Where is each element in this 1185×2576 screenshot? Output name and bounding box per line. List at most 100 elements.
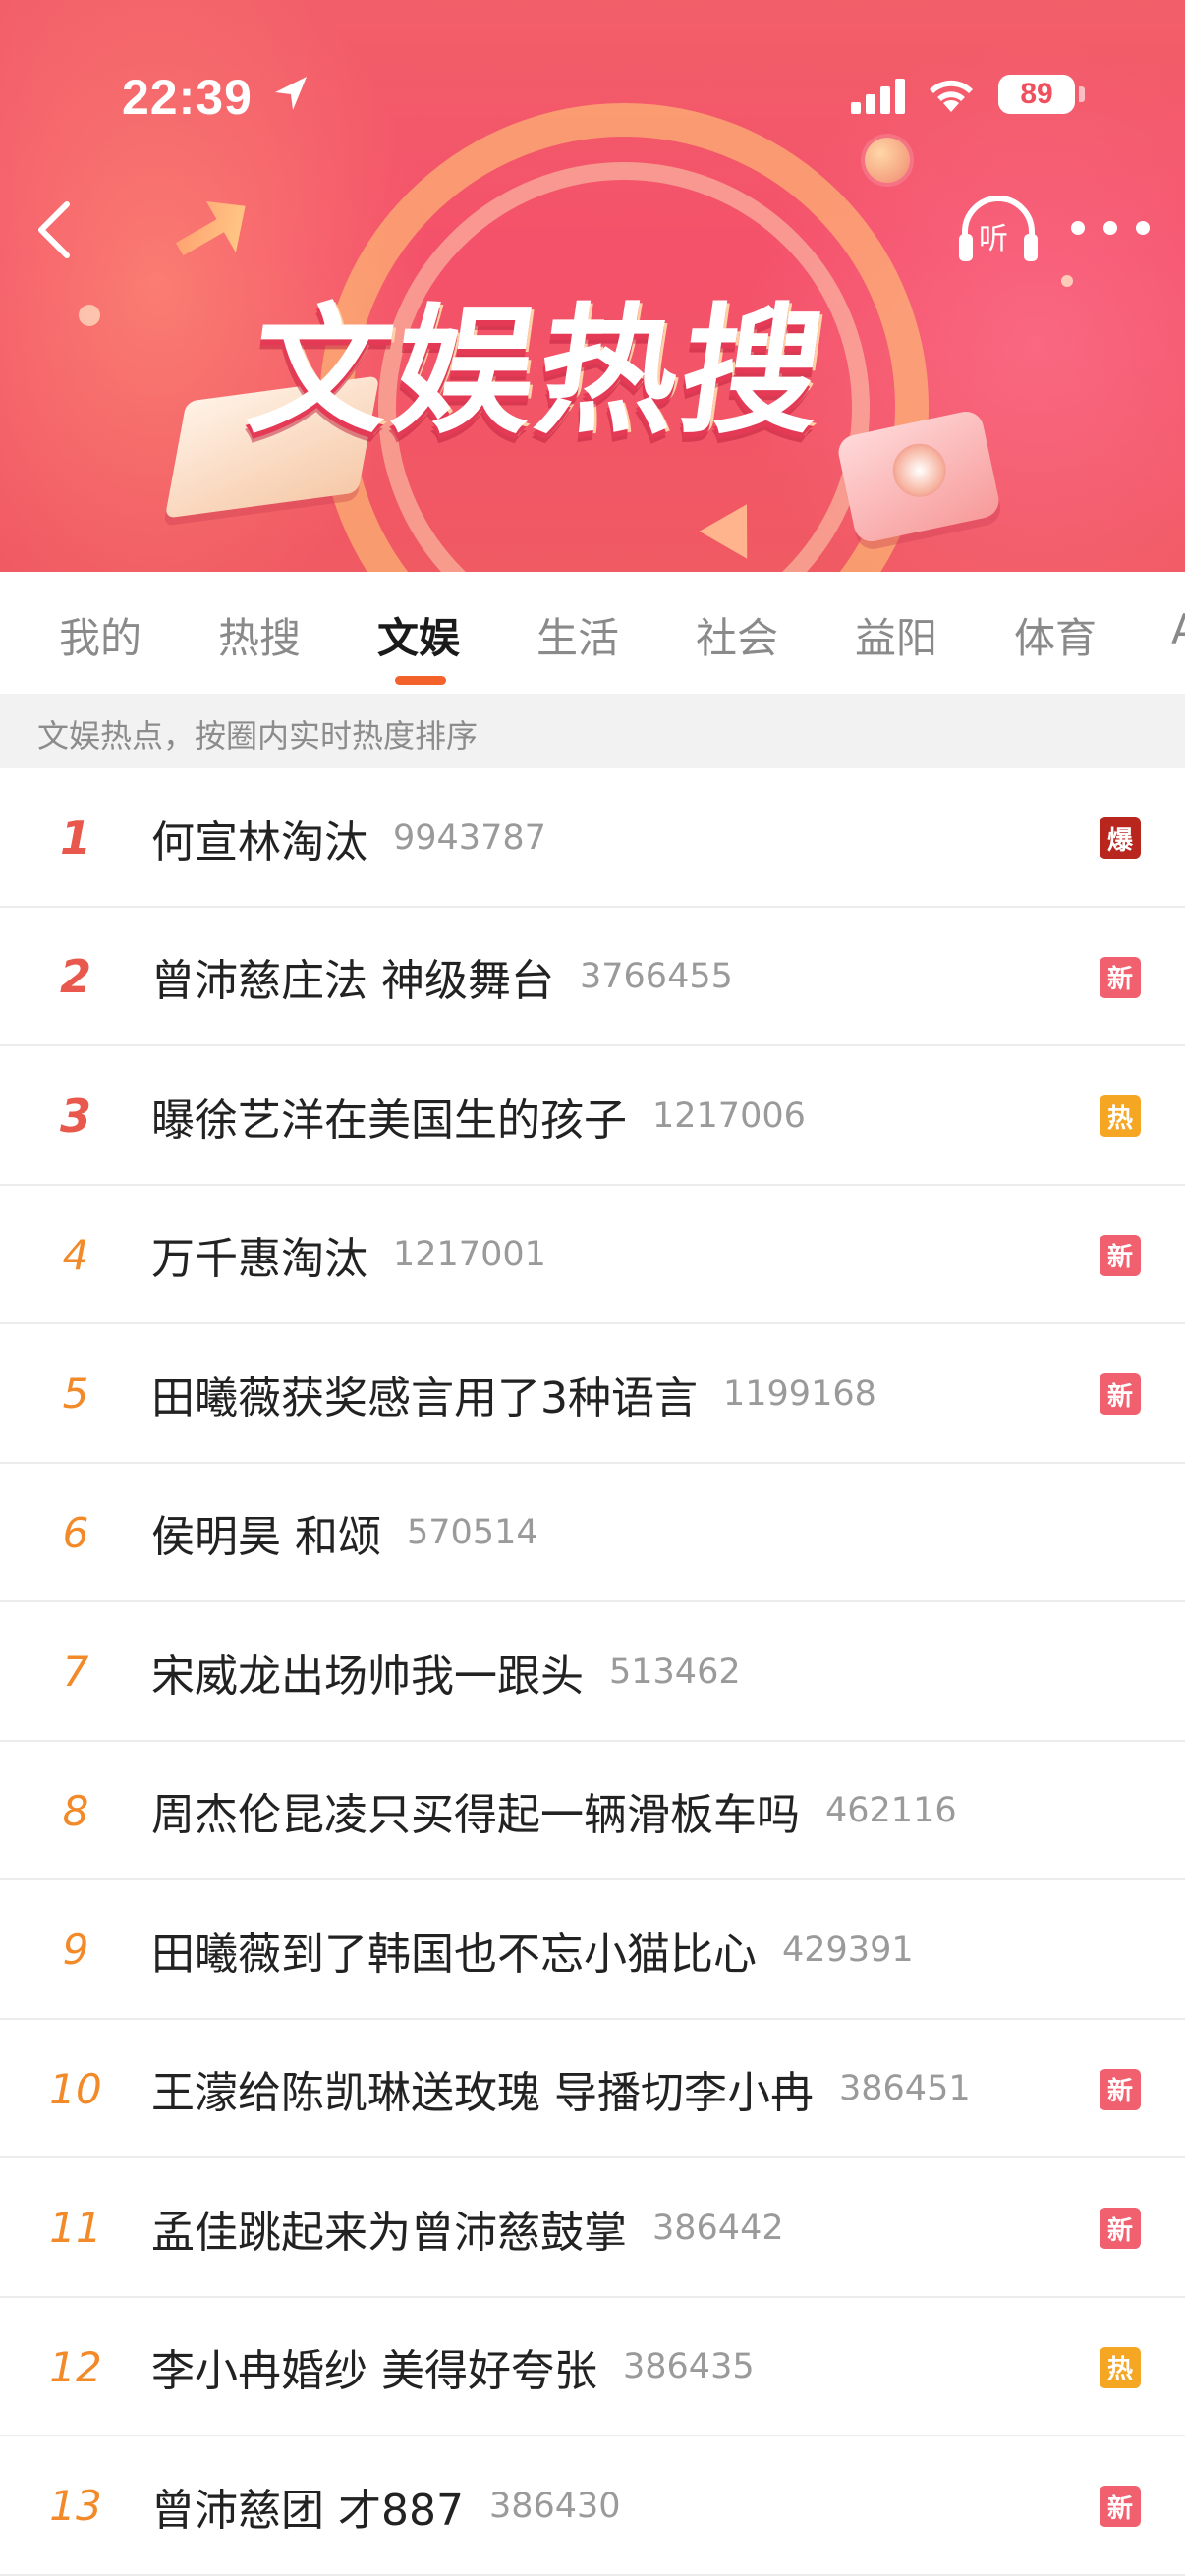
status-badge: 新	[1100, 2068, 1141, 2110]
page-title: 文娱热搜	[240, 291, 837, 453]
list-item[interactable]: 2 曾沛慈庄法 神级舞台 3766455 新	[0, 908, 1185, 1046]
list-item[interactable]: 3 曝徐艺洋在美国生的孩子 1217006 热	[0, 1046, 1185, 1186]
status-badge: 新	[1100, 1234, 1141, 1276]
list-item[interactable]: 13 曾沛慈团 才887 386430 新	[0, 2436, 1185, 2576]
heat-count: 1199168	[723, 1373, 876, 1414]
topic-title-group: 田曦薇到了韩国也不忘小猫比心 429391	[151, 1880, 914, 2019]
topic-title: 李小冉婚纱 美得好夸张	[151, 2346, 597, 2396]
tab-yiyang[interactable]: 益阳	[855, 605, 937, 665]
topic-title: 宋威龙出场帅我一跟头	[151, 1651, 584, 1702]
chevron-left-icon	[38, 201, 70, 258]
tab-life[interactable]: 生活	[536, 605, 619, 665]
subtitle-text: 文娱热点，按圈内实时热度排序	[37, 717, 479, 755]
heat-count: 570514	[407, 1513, 538, 1552]
rank-number: 5	[62, 1370, 89, 1418]
subtitle-bar: 文娱热点，按圈内实时热度排序	[0, 694, 1185, 768]
heat-count: 462116	[825, 1791, 957, 1830]
rank-number: 8	[62, 1786, 89, 1835]
rank-number: 6	[62, 1508, 89, 1557]
topic-title: 孟佳跳起来为曾沛慈鼓掌	[151, 2207, 627, 2258]
topic-title: 田曦薇获奖感言用了3种语言	[151, 1372, 698, 1424]
battery-indicator: 89	[998, 75, 1075, 114]
more-dot	[1136, 221, 1150, 235]
rank-number: 10	[49, 2064, 102, 2113]
heat-count: 1217006	[652, 1095, 806, 1136]
topic-title: 曝徐艺洋在美国生的孩子	[151, 1094, 627, 1146]
rank-number: 7	[62, 1648, 89, 1696]
status-badge: 爆	[1100, 817, 1141, 859]
heat-count: 9943787	[393, 817, 546, 858]
status-badge: 热	[1100, 2346, 1141, 2388]
list-item[interactable]: 4 万千惠淘汰 1217001 新	[0, 1186, 1185, 1324]
more-dot	[1071, 221, 1085, 235]
topic-title: 周杰伦昆凌只买得起一辆滑板车吗	[151, 1790, 800, 1840]
rank-number: 2	[59, 950, 91, 1003]
list-item[interactable]: 12 李小冉婚纱 美得好夸张 386435 热	[0, 2298, 1185, 2436]
topic-title-group: 何宣林淘汰 9943787	[151, 768, 546, 907]
wifi-icon	[930, 80, 973, 112]
heat-count: 513462	[609, 1652, 741, 1692]
location-arrow-icon	[275, 77, 307, 110]
rank-number: 11	[49, 2204, 102, 2252]
listen-label: 听	[979, 222, 1008, 256]
list-item[interactable]: 11 孟佳跳起来为曾沛慈鼓掌 386442 新	[0, 2158, 1185, 2298]
topic-title: 王濛给陈凯琳送玫瑰 导播切李小冉	[151, 2068, 814, 2118]
list-item[interactable]: 10 王濛给陈凯琳送玫瑰 导播切李小冉 386451 新	[0, 2020, 1185, 2158]
topic-title-group: 万千惠淘汰 1217001	[151, 1186, 546, 1324]
topic-title: 侯明昊 和颂	[151, 1512, 381, 1562]
list-item[interactable]: 5 田曦薇获奖感言用了3种语言 1199168 新	[0, 1324, 1185, 1464]
rank-number: 9	[62, 1926, 89, 1974]
list-item[interactable]: 7 宋威龙出场帅我一跟头 513462	[0, 1602, 1185, 1742]
list-item[interactable]: 6 侯明昊 和颂 570514	[0, 1464, 1185, 1602]
heat-count: 386442	[652, 2208, 784, 2248]
tab-partial[interactable]: A	[1171, 605, 1185, 653]
rank-number: 3	[59, 1089, 91, 1143]
topic-title-group: 田曦薇获奖感言用了3种语言 1199168	[151, 1324, 876, 1463]
more-button[interactable]	[1071, 208, 1150, 248]
topic-title: 万千惠淘汰	[151, 1234, 367, 1284]
topic-title-group: 宋威龙出场帅我一跟头 513462	[151, 1602, 741, 1741]
header-banner: 22:39 89 听 文娱热搜	[0, 0, 1185, 572]
status-badge: 热	[1100, 1095, 1141, 1137]
topic-title: 田曦薇到了韩国也不忘小猫比心	[151, 1929, 757, 1980]
rank-number: 13	[49, 2482, 102, 2530]
tab-sports[interactable]: 体育	[1014, 605, 1097, 665]
list-item[interactable]: 1 何宣林淘汰 9943787 爆	[0, 768, 1185, 908]
rank-number: 1	[59, 811, 91, 865]
topic-title: 曾沛慈团 才887	[151, 2485, 464, 2536]
tab-mine[interactable]: 我的	[59, 605, 141, 665]
status-time: 22:39	[122, 70, 253, 125]
hot-search-list: 1 何宣林淘汰 9943787 爆 2 曾沛慈庄法 神级舞台 3766455 新 3 曝徐艺洋在美…	[0, 768, 1185, 2576]
heat-count: 3766455	[580, 957, 733, 996]
tab-entertainment[interactable]: 文娱	[377, 605, 460, 665]
topic-title-group: 李小冉婚纱 美得好夸张 386435	[151, 2298, 755, 2436]
tab-society[interactable]: 社会	[696, 605, 778, 665]
battery-cap	[1079, 86, 1085, 102]
status-badge: 新	[1100, 2208, 1141, 2249]
heat-count: 386451	[839, 2069, 971, 2108]
topic-title-group: 曾沛慈庄法 神级舞台 3766455	[151, 908, 733, 1046]
topic-title-group: 曝徐艺洋在美国生的孩子 1217006	[151, 1046, 806, 1185]
category-tabs: 我的 热搜 文娱 生活 社会 益阳 体育 A	[0, 572, 1185, 694]
list-item[interactable]: 8 周杰伦昆凌只买得起一辆滑板车吗 462116	[0, 1742, 1185, 1880]
status-badge: 新	[1100, 2486, 1141, 2527]
heat-count: 1217001	[393, 1235, 546, 1274]
topic-title-group: 曾沛慈团 才887 386430	[151, 2436, 621, 2575]
heat-count: 386430	[488, 2486, 621, 2526]
dot-decoration	[79, 305, 100, 326]
cellular-signal-icon	[851, 79, 905, 114]
heat-count: 386435	[623, 2347, 755, 2386]
topic-title-group: 侯明昊 和颂 570514	[151, 1464, 538, 1602]
list-item[interactable]: 9 田曦薇到了韩国也不忘小猫比心 429391	[0, 1880, 1185, 2020]
back-button[interactable]	[26, 195, 81, 265]
more-dot	[1103, 221, 1117, 235]
topic-title-group: 周杰伦昆凌只买得起一辆滑板车吗 462116	[151, 1742, 957, 1880]
dot-decoration	[1061, 275, 1073, 287]
topic-title: 曾沛慈庄法 神级舞台	[151, 956, 554, 1006]
topic-title-group: 孟佳跳起来为曾沛慈鼓掌 386442	[151, 2158, 784, 2297]
tab-hot-search[interactable]: 热搜	[218, 605, 301, 665]
active-tab-indicator	[395, 676, 446, 685]
status-badge: 新	[1100, 1373, 1141, 1415]
topic-title: 何宣林淘汰	[151, 816, 367, 868]
topic-title-group: 王濛给陈凯琳送玫瑰 导播切李小冉 386451	[151, 2020, 971, 2158]
